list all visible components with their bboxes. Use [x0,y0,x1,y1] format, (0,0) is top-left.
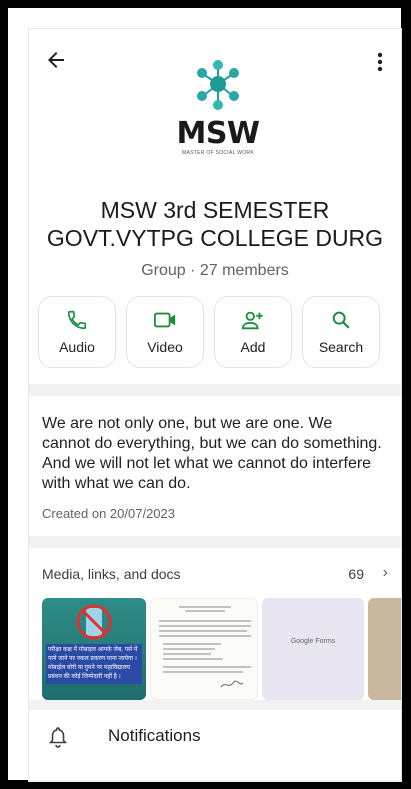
group-description[interactable]: We are not only one, but we are one. We … [42,414,382,494]
phone-frame: MSW MASTER OF SOCIAL WORK MSW 3rd SEMEST… [8,8,402,782]
group-avatar[interactable]: MSW MASTER OF SOCIAL WORK [163,58,273,158]
audio-label: Audio [59,339,95,355]
add-person-icon [241,311,263,330]
media-count[interactable]: 69 [348,566,364,582]
group-title-line2: GOVT.VYTPG COLLEGE DURG [46,225,384,251]
group-title: MSW 3rd SEMESTER GOVT.VYTPG COLLEGE DURG [28,196,402,252]
network-logo-icon [197,60,239,110]
notifications-row[interactable]: Notifications [28,712,402,762]
media-section-title[interactable]: Media, links, and docs [42,566,181,582]
media-thumbnails: परीक्षा कक्ष में मोबाइल आपके जेब, पर्स म… [42,598,402,700]
video-button[interactable]: Video [126,296,204,368]
video-label: Video [147,339,183,355]
section-divider [28,536,402,548]
audio-button[interactable]: Audio [38,296,116,368]
no-phone-icon [76,604,112,640]
search-label: Search [318,339,364,355]
phone-icon [67,310,87,330]
notifications-label: Notifications [108,726,201,745]
created-date: Created on 20/07/2023 [42,506,175,521]
add-label: Add [240,339,266,355]
back-arrow-icon[interactable] [44,48,68,72]
media-thumb-forms-label: Google Forms [290,638,336,645]
add-button[interactable]: Add [214,296,292,368]
media-thumb-notice: परीक्षा कक्ष में मोबाइल आपके जेब, पर्स म… [46,644,142,684]
media-thumb-document[interactable] [150,598,258,700]
media-thumb-google-forms[interactable]: Google Forms [262,598,364,700]
section-divider [28,384,402,396]
media-thumb-image[interactable]: परीक्षा कक्ष में मोबाइल आपके जेब, पर्स म… [42,598,146,700]
more-options-icon[interactable] [370,50,390,74]
logo-subtext: MASTER OF SOCIAL WORK [182,150,254,156]
screen: MSW MASTER OF SOCIAL WORK MSW 3rd SEMEST… [28,28,402,782]
group-meta: Group · 27 members [141,262,289,279]
document-lines-icon [159,606,251,688]
video-icon [153,312,176,328]
section-divider [28,700,402,710]
bell-icon [48,727,68,748]
search-icon [332,311,350,329]
search-button[interactable]: Search [302,296,380,368]
media-thumb-partial[interactable] [368,598,402,700]
action-buttons: Audio Video Add Search [38,296,394,368]
chevron-right-icon[interactable]: › [383,564,388,582]
group-title-line1: MSW 3rd SEMESTER [100,197,330,223]
logo-text: MSW [176,116,260,151]
